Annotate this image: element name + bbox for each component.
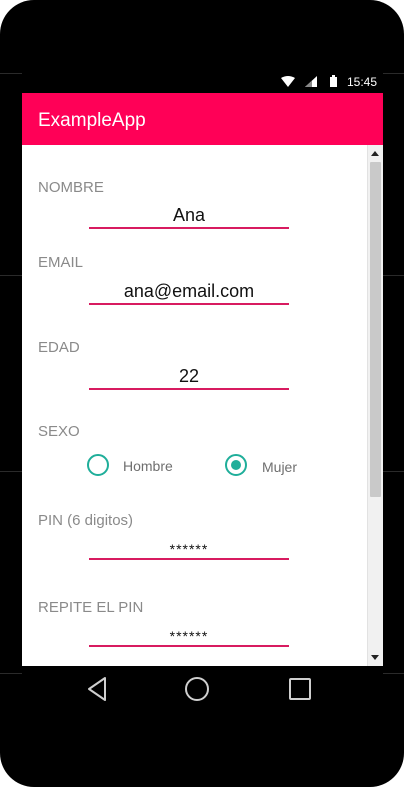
repite-pin-label: REPITE EL PIN xyxy=(38,599,144,616)
frame-line xyxy=(382,275,404,276)
frame-line xyxy=(382,471,404,472)
frame-line xyxy=(382,673,404,674)
navigation-bar xyxy=(22,666,383,714)
scrollbar[interactable] xyxy=(367,145,383,666)
recent-apps-icon[interactable] xyxy=(288,676,312,707)
battery-icon xyxy=(330,75,337,90)
pin-input[interactable]: ****** xyxy=(89,541,289,560)
back-icon[interactable] xyxy=(86,676,108,707)
radio-selected-dot xyxy=(231,460,241,470)
home-icon[interactable] xyxy=(184,676,210,707)
repite-pin-input[interactable]: ****** xyxy=(89,628,289,647)
wifi-icon xyxy=(281,76,295,90)
radio-hombre-label[interactable]: Hombre xyxy=(123,458,173,474)
app-title: ExampleApp xyxy=(38,110,146,131)
edad-label: EDAD xyxy=(38,339,80,356)
app-bar: ExampleApp xyxy=(22,93,383,145)
email-input[interactable]: ana@email.com xyxy=(89,281,289,305)
frame-line xyxy=(382,73,404,74)
scroll-thumb[interactable] xyxy=(370,162,381,497)
scroll-up-icon[interactable] xyxy=(371,151,379,156)
nombre-label: NOMBRE xyxy=(38,179,104,196)
scroll-down-icon[interactable] xyxy=(371,655,379,660)
pin-label: PIN (6 digitos) xyxy=(38,512,134,529)
edad-input[interactable]: 22 xyxy=(89,366,289,390)
email-label: EMAIL xyxy=(38,254,84,271)
sexo-label: SEXO xyxy=(38,423,80,440)
signal-icon xyxy=(305,76,317,90)
frame-line xyxy=(0,275,22,276)
status-bar: 15:45 xyxy=(22,71,383,93)
form-content: NOMBRE Ana EMAIL ana@email.com EDAD 22 S… xyxy=(22,145,383,666)
radio-mujer-label[interactable]: Mujer xyxy=(262,459,297,475)
nombre-input[interactable]: Ana xyxy=(89,205,289,229)
radio-mujer[interactable] xyxy=(225,454,247,476)
radio-hombre[interactable] xyxy=(87,454,109,476)
frame-line xyxy=(0,673,22,674)
frame-line xyxy=(0,73,22,74)
status-time: 15:45 xyxy=(346,75,377,89)
frame-line xyxy=(0,471,22,472)
